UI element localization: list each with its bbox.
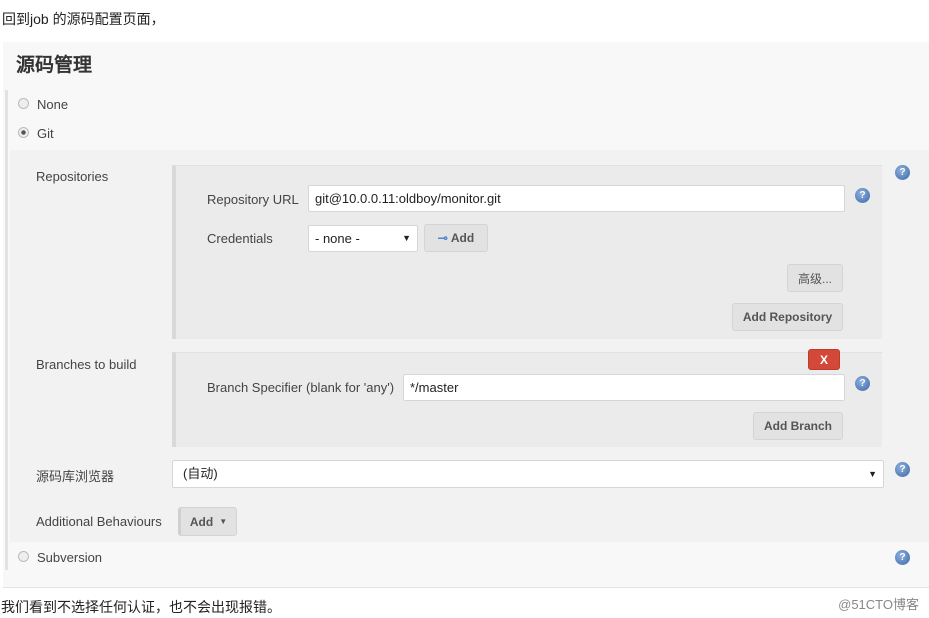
- chevron-down-icon: ▼: [868, 469, 877, 479]
- add-branch-button[interactable]: Add Branch: [753, 412, 843, 440]
- divider: [3, 587, 929, 588]
- add-credentials-label: Add: [450, 231, 475, 245]
- intro-text: 回到job 的源码配置页面，: [2, 11, 165, 27]
- add-credentials-button[interactable]: ⊸ Add: [424, 224, 488, 252]
- help-icon[interactable]: ?: [855, 376, 870, 391]
- radio-git-label: Git: [37, 126, 54, 141]
- browser-select[interactable]: (自动) ▼: [172, 460, 884, 488]
- add-repository-button[interactable]: Add Repository: [732, 303, 843, 331]
- help-icon[interactable]: ?: [855, 188, 870, 203]
- repository-url-label: Repository URL: [207, 192, 299, 207]
- chevron-down-icon: ▼: [402, 233, 411, 243]
- repository-url-input[interactable]: git@10.0.0.11:oldboy/monitor.git: [308, 185, 845, 212]
- help-icon[interactable]: ?: [895, 165, 910, 180]
- delete-branch-button[interactable]: X: [808, 349, 840, 370]
- branch-specifier-label: Branch Specifier (blank for 'any'): [207, 380, 395, 395]
- radio-git[interactable]: [18, 127, 29, 138]
- credentials-select[interactable]: - none - ▼: [308, 225, 418, 252]
- behaviours-label: Additional Behaviours: [36, 514, 162, 529]
- key-icon: ⊸: [437, 231, 448, 245]
- left-border: [5, 90, 8, 570]
- credentials-label: Credentials: [207, 231, 273, 246]
- help-icon[interactable]: ?: [895, 550, 910, 565]
- radio-subversion-label: Subversion: [37, 550, 103, 565]
- help-icon[interactable]: ?: [895, 462, 910, 477]
- radio-none-label: None: [37, 97, 69, 112]
- browser-value: (自动): [183, 466, 218, 481]
- watermark: @51CTO博客: [838, 597, 919, 612]
- branch-specifier-input[interactable]: */master: [403, 374, 845, 401]
- caret-down-icon: ▼: [219, 517, 228, 526]
- section-title: 源码管理: [16, 55, 93, 76]
- add-behaviour-button[interactable]: Add ▼: [178, 507, 237, 536]
- browser-label: 源码库浏览器: [36, 469, 115, 484]
- radio-none[interactable]: [18, 98, 29, 109]
- add-behaviour-label: Add: [189, 514, 214, 529]
- advanced-button[interactable]: 高级...: [787, 264, 843, 292]
- radio-subversion[interactable]: [18, 551, 29, 562]
- credentials-value: - none -: [315, 231, 360, 246]
- footer-text: 我们看到不选择任何认证，也不会出现报错。: [1, 599, 281, 615]
- repositories-label: Repositories: [36, 169, 109, 184]
- branches-label: Branches to build: [36, 357, 137, 372]
